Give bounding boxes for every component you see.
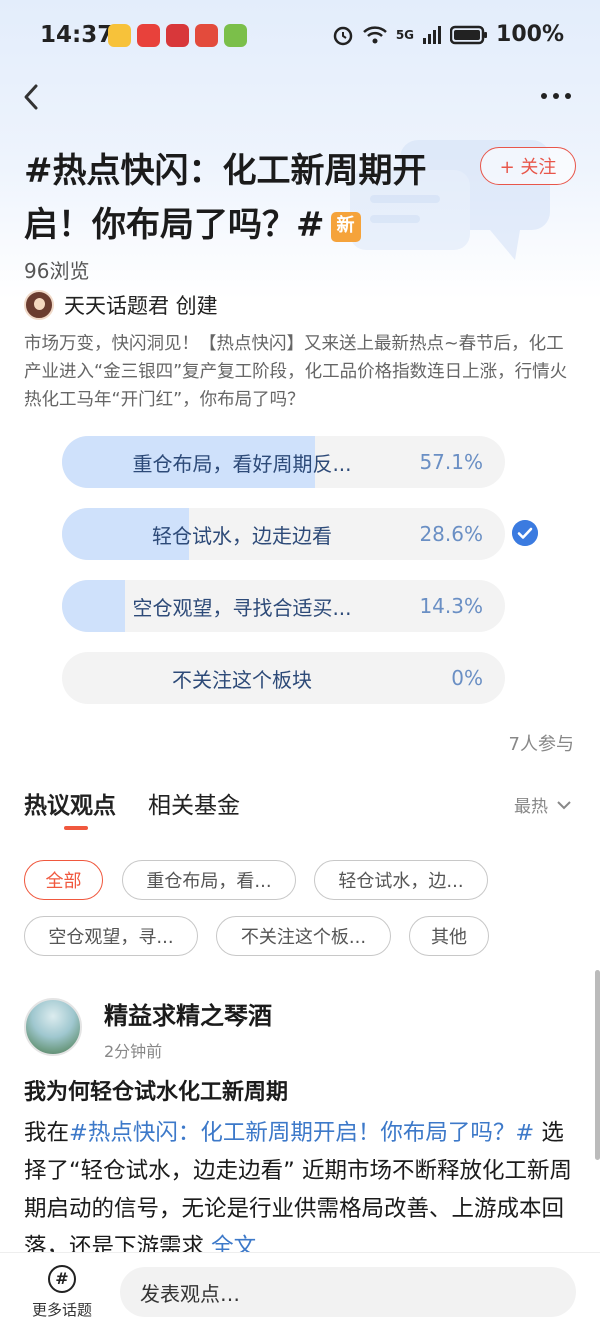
- signal-icon: [423, 25, 442, 44]
- app-icon: [224, 24, 247, 47]
- poll-option[interactable]: 空仓观望，寻找合适买... 14.3%: [62, 580, 505, 632]
- app-icon: [166, 24, 189, 47]
- follow-button[interactable]: + 关注: [480, 147, 576, 185]
- more-options-button[interactable]: [538, 84, 574, 108]
- sort-dropdown[interactable]: 最热: [514, 792, 572, 817]
- topic-description: 市场万变，快闪洞见！【热点快闪】又来送上最新热点~春节后，化工产业进入“金三银四…: [24, 334, 568, 410]
- tab-related-funds[interactable]: 相关基金: [148, 786, 240, 820]
- poll-option-percent: 14.3%: [419, 594, 483, 618]
- poll-option[interactable]: 重仓布局，看好周期反... 57.1%: [62, 436, 505, 488]
- weibo-app-icon: [108, 24, 131, 47]
- wifi-icon: [362, 25, 387, 43]
- poll-option-percent: 28.6%: [419, 522, 483, 546]
- tab-hot-opinions[interactable]: 热议观点: [24, 786, 116, 820]
- view-count: 96浏览: [24, 259, 90, 283]
- active-tab-indicator: [64, 826, 88, 830]
- poll-option-label: 空仓观望，寻找合适买...: [132, 595, 352, 620]
- filter-chip[interactable]: 空仓观望，寻...: [24, 916, 198, 956]
- poll-option-percent: 0%: [451, 666, 483, 690]
- creator-avatar[interactable]: [24, 290, 54, 320]
- post-username[interactable]: 精益求精之琴酒: [104, 996, 272, 1031]
- hashtag-icon: #: [48, 1265, 76, 1293]
- more-topics-button[interactable]: # 更多话题: [24, 1265, 100, 1320]
- creator-info[interactable]: 天天话题君 创建: [24, 290, 218, 320]
- participant-count: 7人参与: [508, 734, 574, 755]
- filter-chip[interactable]: 重仓布局，看...: [122, 860, 296, 900]
- status-bar: 14:37 5G 100%: [0, 0, 600, 74]
- network-type: 5G: [395, 27, 415, 42]
- poll-option-percent: 57.1%: [419, 450, 483, 474]
- battery-icon: [450, 25, 488, 44]
- notification-app-icons: [108, 24, 247, 47]
- post-body[interactable]: 我在#热点快闪：化工新周期开启！你布局了吗？# 选择了“轻仓试水，边走边看” 近…: [24, 1114, 576, 1254]
- more-topics-label: 更多话题: [31, 1301, 92, 1319]
- poll-option[interactable]: 轻仓试水，边走边看 28.6%: [62, 508, 505, 560]
- topic-title-text: #热点快闪：化工新周期开启！你布局了吗？#: [24, 151, 427, 245]
- post-body-prefix: 我在: [24, 1120, 70, 1146]
- back-button[interactable]: [18, 80, 48, 114]
- filter-chip-all[interactable]: 全部: [24, 860, 103, 900]
- sort-label: 最热: [514, 797, 548, 817]
- poll-option[interactable]: 不关注这个板块 0%: [62, 652, 505, 704]
- post-timestamp: 2分钟前: [104, 1042, 163, 1061]
- poll-option-label: 轻仓试水，边走边看: [152, 523, 332, 548]
- filter-chip[interactable]: 轻仓试水，边...: [314, 860, 488, 900]
- bottom-bar: # 更多话题 发表观点…: [0, 1252, 600, 1332]
- app-icon: [137, 24, 160, 47]
- alarm-icon: [333, 26, 353, 45]
- chevron-down-icon: [557, 800, 571, 809]
- filter-chip-other[interactable]: 其他: [409, 916, 489, 956]
- post-title[interactable]: 我为何轻仓试水化工新周期: [24, 1074, 288, 1106]
- nav-bar: [0, 78, 600, 118]
- comment-input[interactable]: 发表观点…: [120, 1267, 576, 1317]
- creator-name: 天天话题君 创建: [64, 294, 218, 318]
- full-text-link[interactable]: 全文: [211, 1234, 256, 1254]
- new-badge: 新: [330, 211, 361, 242]
- content-tabs: 热议观点 相关基金: [24, 786, 240, 820]
- poll-option-label: 重仓布局，看好周期反...: [132, 451, 352, 476]
- post-hashtag-link[interactable]: #热点快闪：化工新周期开启！你布局了吗？#: [69, 1120, 534, 1146]
- filter-chip[interactable]: 不关注这个板...: [216, 916, 391, 956]
- battery-percent: 100%: [496, 22, 564, 47]
- post-user-avatar[interactable]: [24, 998, 82, 1056]
- poll-option-label: 不关注这个板块: [172, 667, 312, 692]
- status-indicators: 5G 100%: [332, 22, 564, 47]
- topic-title: #热点快闪：化工新周期开启！你布局了吗？# 新: [24, 144, 464, 252]
- scrollbar[interactable]: [595, 970, 600, 1160]
- app-icon: [195, 24, 218, 47]
- status-time: 14:37: [40, 22, 114, 48]
- selected-check-icon: [512, 520, 538, 546]
